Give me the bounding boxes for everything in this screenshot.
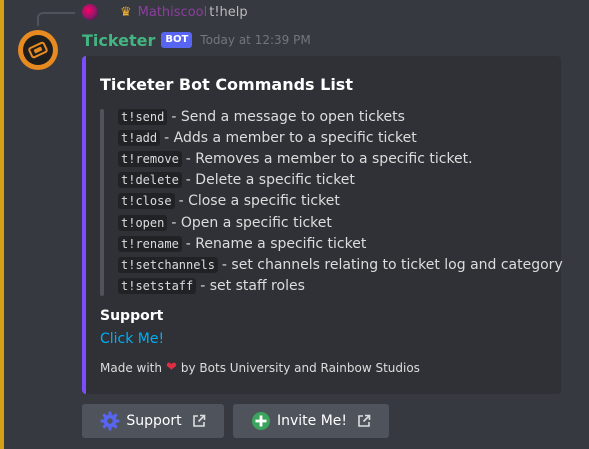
reply-content[interactable]: t!help [209,5,247,20]
command-item: t!rename - Rename a specific ticket [118,233,563,254]
command-description: - Adds a member to a specific ticket [164,129,417,146]
command-item: t!delete - Delete a specific ticket [118,170,563,191]
support-link[interactable]: Click Me! [100,331,164,347]
reply-username[interactable]: Mathiscool [138,5,208,20]
invite-button-label: Invite Me! [276,413,348,429]
command-item: t!open - Open a specific ticket [118,212,563,233]
command-description: - Removes a member to a specific ticket. [185,150,473,167]
footer-prefix: Made with [100,360,162,375]
command-code: t!send [118,108,168,125]
footer-suffix: by Bots University and Rainbow Studios [180,360,420,375]
command-description: - set staff roles [200,278,305,295]
command-code: t!setchannels [118,256,218,273]
plus-circle-icon [251,411,271,431]
crown-icon: ♛ [120,4,132,20]
mention-highlight-bar [0,0,4,449]
command-description: - Delete a specific ticket [185,172,355,189]
support-button[interactable]: Support [82,404,224,438]
command-description: - Close a specific ticket [178,193,340,210]
command-description: - Open a specific ticket [171,214,332,231]
reply-preview[interactable]: ♛ Mathiscool t!help [82,3,248,21]
command-code: t!remove [118,150,182,167]
command-item: t!close - Close a specific ticket [118,191,563,212]
support-button-label: Support [126,413,182,429]
bot-tag: BOT [161,32,193,48]
command-description: - set channels relating to ticket log an… [221,256,563,273]
reply-spine [37,12,75,26]
command-code: t!rename [118,235,182,252]
embed-footer: Made with ❤ by Bots University and Rainb… [100,360,420,375]
external-link-icon [357,414,371,428]
external-link-icon [192,414,206,428]
invite-me-button[interactable]: Invite Me! [233,404,389,438]
commands-embed: Ticketer Bot Commands List t!send - Send … [82,56,563,394]
command-description: - Send a message to open tickets [171,108,405,125]
support-field-name: Support [100,308,164,324]
command-code: t!open [118,214,168,231]
command-item: t!setchannels - set channels relating to … [118,254,563,275]
command-item: t!setstaff - set staff roles [118,276,563,297]
command-code: t!add [118,129,161,146]
command-code: t!setstaff [118,278,197,295]
command-code: t!close [118,193,175,210]
command-code: t!delete [118,172,182,189]
command-description: - Rename a specific ticket [185,235,367,252]
command-item: t!add - Adds a member to a specific ticke… [118,127,563,148]
user-avatar-icon[interactable] [82,4,98,20]
ticket-icon [23,35,53,65]
blockquote-bar [100,109,104,296]
command-item: t!send - Send a message to open tickets [118,106,563,127]
gear-icon [100,411,120,431]
command-item: t!remove - Removes a member to a specific… [118,148,563,169]
embed-title: Ticketer Bot Commands List [100,75,353,94]
message-timestamp: Today at 12:39 PM [200,33,311,47]
bot-username[interactable]: Ticketer [82,31,155,50]
command-list: t!send - Send a message to open tickets t… [118,106,563,297]
message-header: Ticketer BOT Today at 12:39 PM [82,30,311,50]
bot-avatar[interactable] [18,30,58,70]
heart-icon: ❤ [165,360,177,375]
